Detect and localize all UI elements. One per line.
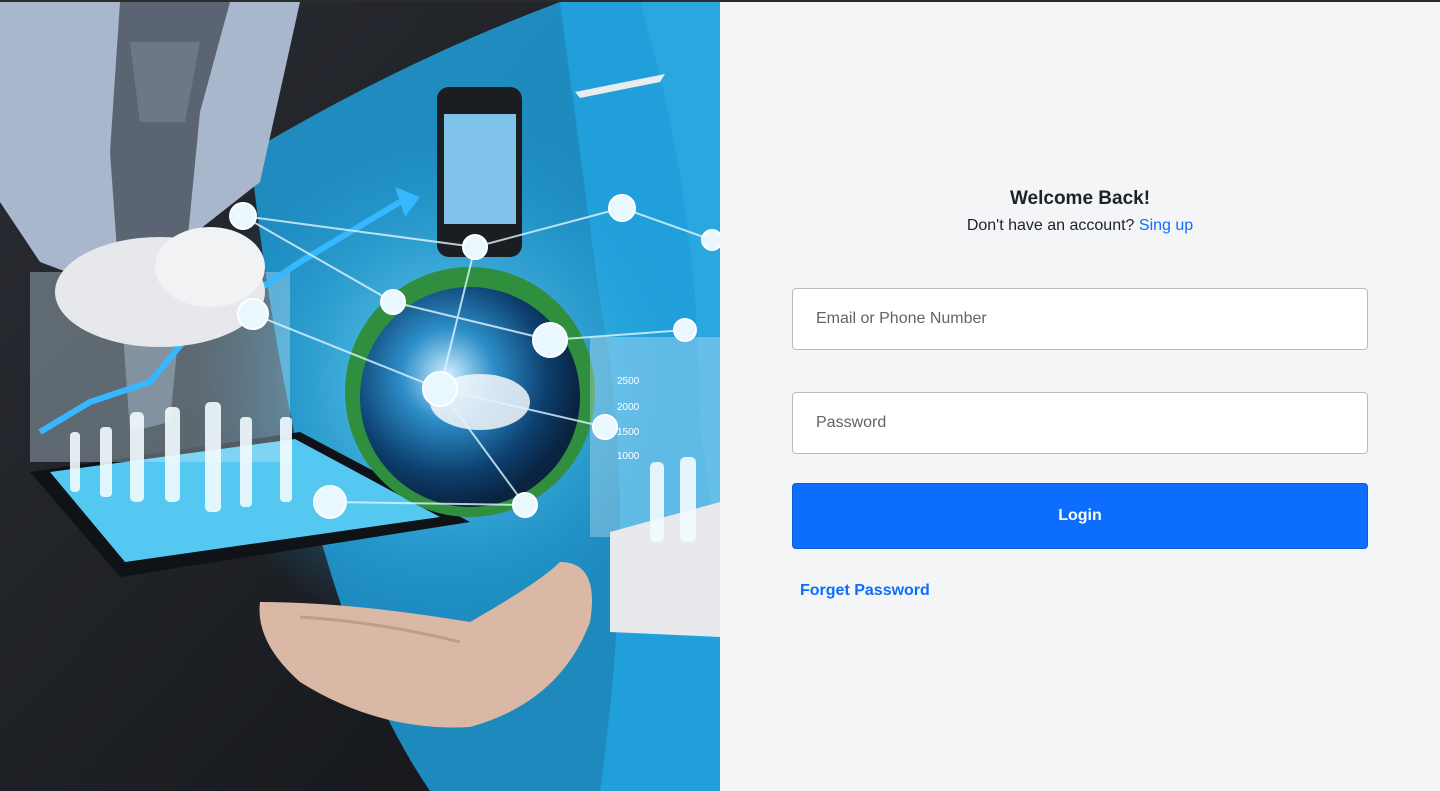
hero-tick-1500: 1500 [617, 427, 640, 438]
hero-image: 2500 2000 1500 1000 [0, 2, 720, 791]
forget-password-link[interactable]: Forget Password [800, 582, 930, 600]
signup-link[interactable]: Sing up [1139, 217, 1193, 234]
welcome-title: Welcome Back! [1009, 188, 1151, 209]
email-input[interactable] [792, 288, 1368, 350]
login-button[interactable]: Login [792, 483, 1368, 549]
hero-tick-2000: 2000 [617, 402, 640, 413]
signup-prompt-row: Don't have an account? Sing up [720, 217, 1440, 235]
hero-tick-2500: 2500 [617, 376, 640, 387]
hero-tick-1000: 1000 [617, 451, 640, 462]
hero-illustration: 2500 2000 1500 1000 [0, 2, 720, 791]
login-panel: Welcome Back! Don't have an account? Sin… [720, 2, 1440, 791]
password-input[interactable] [792, 392, 1368, 454]
signup-prompt: Don't have an account? [966, 217, 1135, 234]
